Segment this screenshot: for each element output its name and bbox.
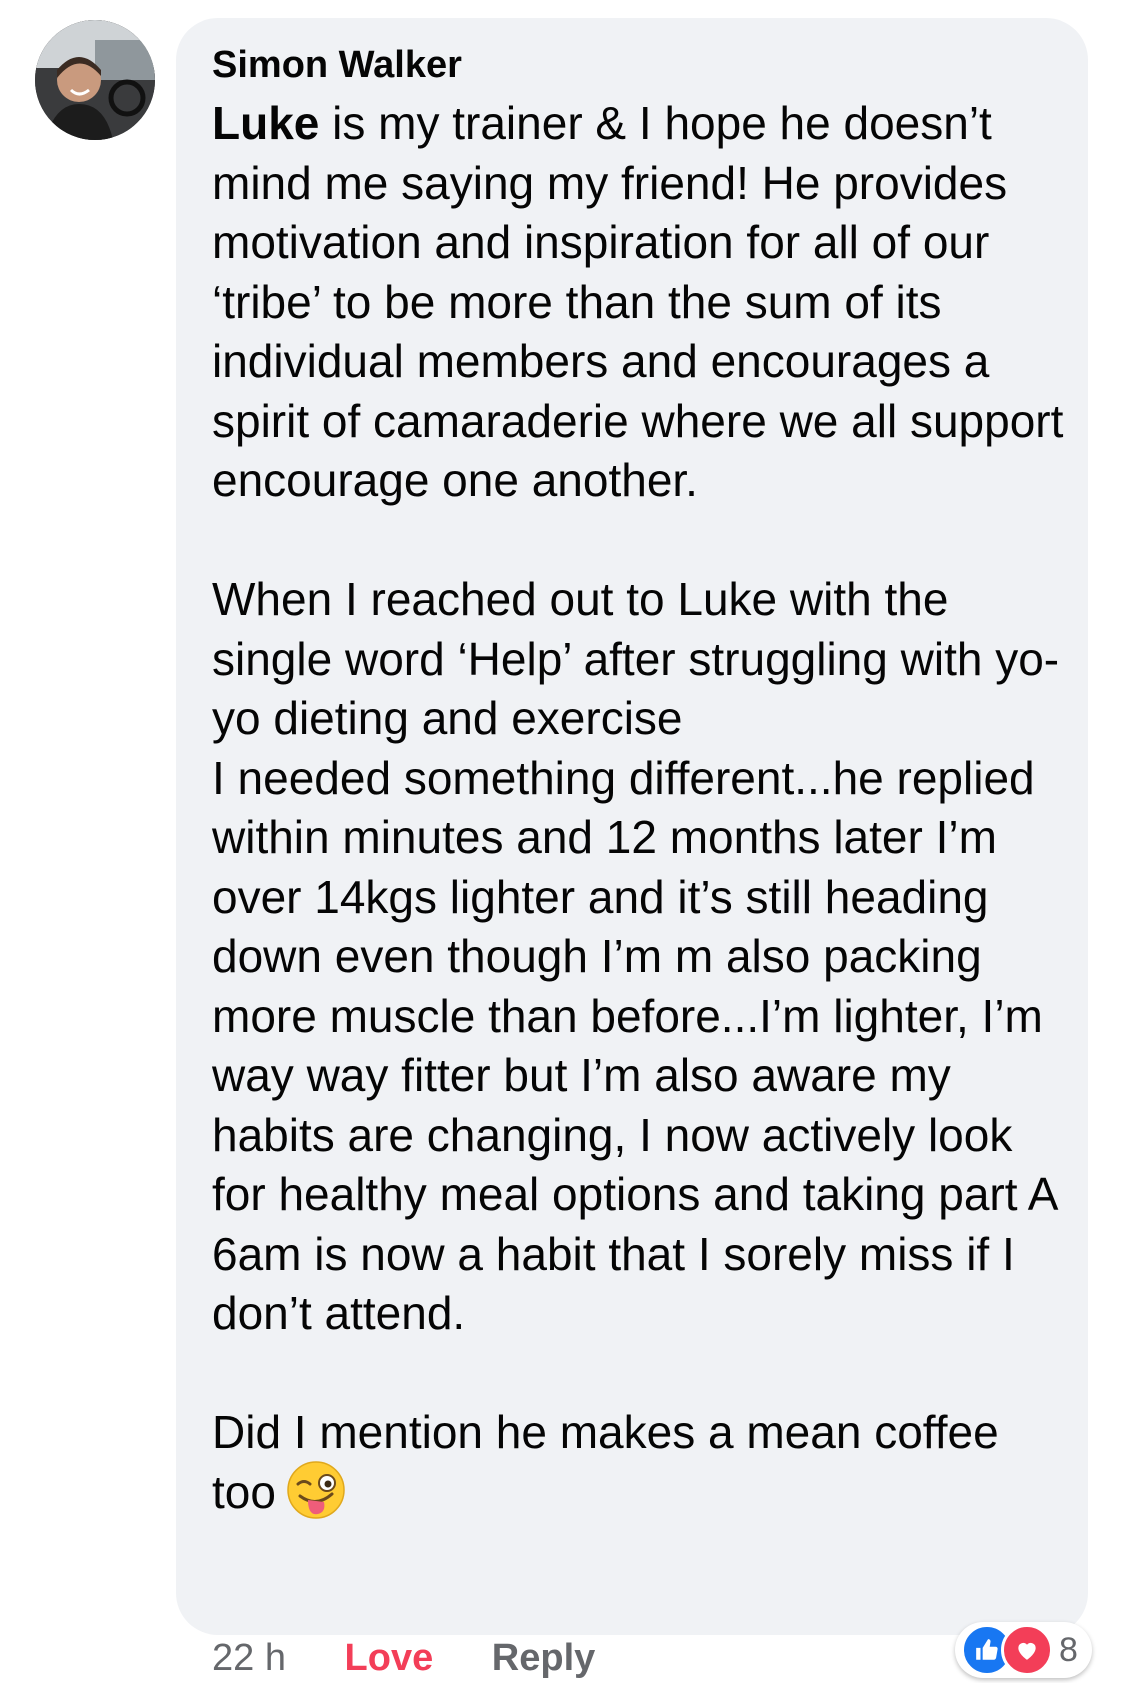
comment-author[interactable]: Simon Walker [212, 40, 462, 90]
love-reaction-button[interactable]: Love [345, 1637, 434, 1679]
comment-timestamp[interactable]: 22 h [212, 1637, 286, 1679]
comment-paragraph-1-text: is my trainer & I hope he doesn’t mind m… [212, 97, 1064, 506]
avatar[interactable] [35, 20, 155, 140]
comment-paragraph-2: When I reached out to Luke with the sing… [212, 573, 1060, 1339]
mention-link[interactable]: Luke [212, 97, 319, 149]
comment-text: Luke is my trainer & I hope he doesn’t m… [212, 94, 1072, 1522]
reaction-summary[interactable]: 8 [955, 1622, 1092, 1678]
comment-paragraph-3: Did I mention he makes a mean coffee too [212, 1403, 1072, 1522]
winking-face-with-tongue-emoji [286, 1460, 346, 1520]
reaction-count: 8 [1059, 1630, 1078, 1669]
comment-actions: 22 h Love Reply [212, 1633, 595, 1683]
reply-button[interactable]: Reply [492, 1637, 595, 1679]
love-icon [1001, 1624, 1053, 1676]
avatar-photo [35, 20, 155, 140]
comment-paragraph-1: Luke is my trainer & I hope he doesn’t m… [212, 94, 1072, 511]
